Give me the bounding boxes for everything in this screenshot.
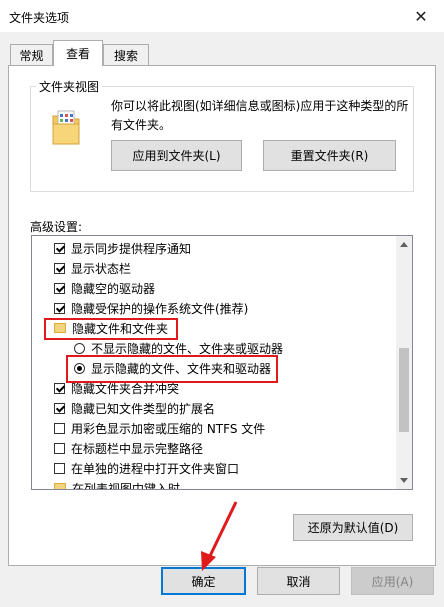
title-bar: 文件夹选项 ✕: [0, 0, 444, 32]
window-title: 文件夹选项: [9, 11, 70, 25]
radio-button[interactable]: [74, 342, 85, 354]
apply-button-label: 应用(A): [371, 574, 414, 589]
setting-hide-protected-os-files[interactable]: 隐藏受保护的操作系统文件(推荐): [54, 298, 412, 318]
setting-hide-merge-conflicts[interactable]: 隐藏文件夹合并冲突: [54, 378, 412, 398]
cancel-button-label: 取消: [286, 574, 311, 589]
setting-label: 隐藏空的驱动器: [71, 281, 156, 296]
tab-general-label: 常规: [19, 48, 44, 63]
option-show-hidden[interactable]: 显示隐藏的文件、文件夹和驱动器: [74, 358, 412, 378]
advanced-settings-tree[interactable]: 显示同步提供程序通知 显示状态栏 隐藏空的驱动器 隐藏受保护的操作系统文件(推荐…: [31, 235, 413, 490]
setting-label: 显示同步提供程序通知: [71, 241, 192, 256]
setting-label: 隐藏文件夹合并冲突: [71, 381, 180, 396]
option-dont-show-hidden[interactable]: 不显示隐藏的文件、文件夹或驱动器: [74, 338, 412, 358]
close-button[interactable]: ✕: [398, 0, 444, 32]
tab-general[interactable]: 常规: [10, 44, 53, 65]
checkbox[interactable]: [54, 282, 65, 294]
ok-button-label: 确定: [191, 574, 216, 589]
cancel-button[interactable]: 取消: [257, 567, 340, 595]
setting-group-label: 在列表视图中键入时: [72, 481, 181, 490]
close-icon: ✕: [414, 6, 428, 26]
checkbox[interactable]: [54, 382, 65, 394]
setting-color-ntfs[interactable]: 用彩色显示加密或压缩的 NTFS 文件: [54, 418, 412, 438]
checkbox[interactable]: [54, 242, 65, 254]
setting-hide-empty-drives[interactable]: 隐藏空的驱动器: [54, 278, 412, 298]
checkbox[interactable]: [54, 462, 65, 474]
advanced-settings-label: 高级设置:: [30, 220, 83, 234]
scroll-down-icon[interactable]: [400, 478, 408, 483]
annotation-arrow-icon: [201, 501, 238, 571]
option-label: 不显示隐藏的文件、文件夹或驱动器: [91, 341, 284, 356]
restore-defaults-label: 还原为默认值(D): [307, 521, 399, 535]
setting-group-typing-list-view: 在列表视图中键入时: [54, 478, 412, 490]
apply-to-folders-label: 应用到文件夹(L): [132, 149, 221, 163]
apply-button[interactable]: 应用(A): [351, 567, 434, 595]
setting-group-label: 隐藏文件和文件夹: [72, 321, 169, 336]
setting-separate-process[interactable]: 在单独的进程中打开文件夹窗口: [54, 458, 412, 478]
setting-status-bar[interactable]: 显示状态栏: [54, 258, 412, 278]
folder-icon: [54, 483, 66, 489]
checkbox[interactable]: [54, 422, 65, 434]
setting-group-hidden-files: 隐藏文件和文件夹: [54, 318, 412, 338]
radio-button[interactable]: [74, 362, 85, 374]
checkbox[interactable]: [54, 262, 65, 274]
scroll-up-icon[interactable]: [400, 242, 408, 247]
tab-view-label: 查看: [65, 47, 90, 61]
vertical-scrollbar[interactable]: [396, 236, 412, 489]
folder-view-icon: [52, 110, 80, 145]
reset-folders-button[interactable]: 重置文件夹(R): [263, 140, 396, 171]
setting-label: 在单独的进程中打开文件夹窗口: [71, 461, 240, 476]
tab-search[interactable]: 搜索: [103, 44, 149, 65]
tab-view[interactable]: 查看: [53, 40, 103, 66]
setting-sync-provider-notifications[interactable]: 显示同步提供程序通知: [54, 238, 412, 258]
reset-folders-label: 重置文件夹(R): [290, 149, 369, 163]
checkbox[interactable]: [54, 442, 65, 454]
tab-search-label: 搜索: [113, 48, 138, 63]
setting-label: 隐藏受保护的操作系统文件(推荐): [71, 301, 249, 316]
checkbox[interactable]: [54, 302, 65, 314]
setting-label: 用彩色显示加密或压缩的 NTFS 文件: [71, 421, 266, 436]
apply-to-folders-button[interactable]: 应用到文件夹(L): [111, 140, 242, 171]
scrollbar-thumb[interactable]: [399, 348, 409, 432]
setting-hide-extensions[interactable]: 隐藏已知文件类型的扩展名: [54, 398, 412, 418]
setting-full-path-title[interactable]: 在标题栏中显示完整路径: [54, 438, 412, 458]
folder-views-description: 你可以将此视图(如详细信息或图标)应用于这种类型的所有文件夹。: [111, 99, 409, 132]
setting-label: 在标题栏中显示完整路径: [71, 441, 204, 456]
setting-label: 隐藏已知文件类型的扩展名: [71, 401, 216, 416]
folder-icon: [54, 323, 66, 333]
restore-defaults-button[interactable]: 还原为默认值(D): [293, 514, 413, 541]
checkbox[interactable]: [54, 402, 65, 414]
folder-views-label: 文件夹视图: [36, 78, 103, 95]
setting-label: 显示状态栏: [71, 261, 132, 276]
option-label: 显示隐藏的文件、文件夹和驱动器: [91, 361, 272, 376]
